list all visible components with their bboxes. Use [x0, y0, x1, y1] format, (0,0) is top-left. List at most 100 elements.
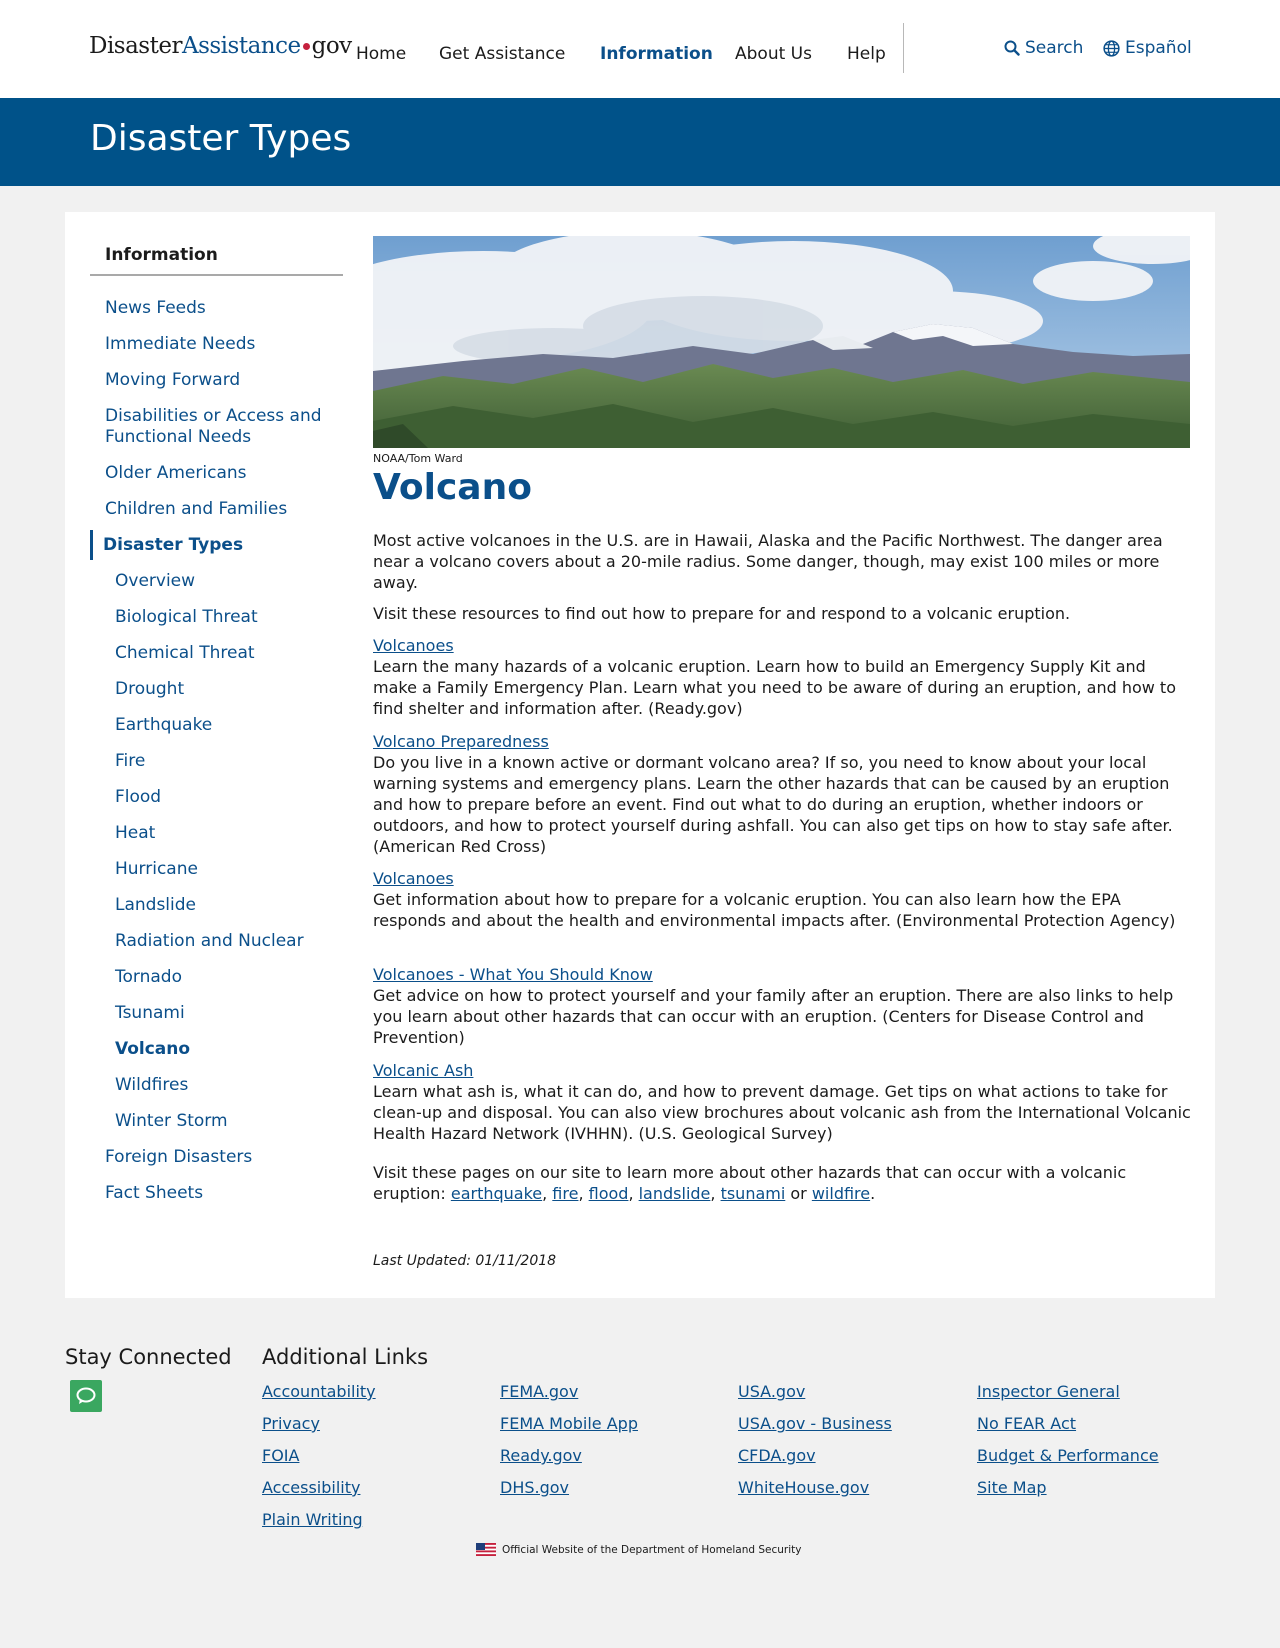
sidebar-item-children-families[interactable]: Children and Families — [105, 499, 287, 520]
sidebar-item-disaster-types[interactable]: Disaster Types — [103, 535, 243, 556]
official-text: Official Website of the Department of Ho… — [502, 1543, 802, 1556]
logo-text-gov: gov — [311, 33, 353, 59]
footer-link-whitehouse[interactable]: WhiteHouse.gov — [738, 1478, 869, 1497]
resource-item: Volcanoes Learn the many hazards of a vo… — [373, 635, 1193, 719]
footer-link-fema-mobile-app[interactable]: FEMA Mobile App — [500, 1414, 638, 1433]
page-banner: Disaster Types — [0, 98, 1280, 186]
link-flood[interactable]: flood — [589, 1184, 629, 1203]
nav-help[interactable]: Help — [847, 44, 886, 64]
search-icon — [1004, 40, 1020, 56]
outro-comma: , — [578, 1184, 589, 1203]
sidebar-item-news-feeds[interactable]: News Feeds — [105, 298, 206, 319]
footer-link-usa-gov-business[interactable]: USA.gov - Business — [738, 1414, 892, 1433]
intro-paragraph-2: Visit these resources to find out how to… — [373, 604, 1071, 623]
resource-link-volcano-preparedness[interactable]: Volcano Preparedness — [373, 731, 1193, 752]
resource-item: Volcanoes - What You Should Know Get adv… — [373, 964, 1193, 1048]
sidebar-subitem-flood[interactable]: Flood — [115, 787, 161, 808]
resource-description: Do you live in a known active or dormant… — [373, 753, 1173, 856]
resource-link-volcanoes-ready[interactable]: Volcanoes — [373, 635, 1193, 656]
sidebar-item-fact-sheets[interactable]: Fact Sheets — [105, 1183, 203, 1204]
banner-title: Disaster Types — [90, 118, 352, 159]
sidebar-subitem-radiation-nuclear[interactable]: Radiation and Nuclear — [115, 931, 304, 952]
sidebar-item-older-americans[interactable]: Older Americans — [105, 463, 247, 484]
resource-link-volcanoes-cdc[interactable]: Volcanoes - What You Should Know — [373, 964, 1193, 985]
footer-link-foia[interactable]: FOIA — [262, 1446, 299, 1465]
sidebar-subitem-winter-storm[interactable]: Winter Storm — [115, 1111, 228, 1132]
sidebar-heading: Information — [105, 245, 218, 265]
link-fire[interactable]: fire — [552, 1184, 578, 1203]
chat-button[interactable] — [70, 1380, 102, 1412]
sidebar-item-moving-forward[interactable]: Moving Forward — [105, 370, 240, 391]
sidebar-subitem-drought[interactable]: Drought — [115, 679, 184, 700]
footer-link-dhs[interactable]: DHS.gov — [500, 1478, 569, 1497]
image-credit: NOAA/Tom Ward — [373, 452, 463, 465]
footer-link-cfda[interactable]: CFDA.gov — [738, 1446, 816, 1465]
sidebar-subitem-fire[interactable]: Fire — [115, 751, 145, 772]
sidebar-active-indicator — [90, 530, 93, 560]
logo-text-disaster: Disaster — [89, 33, 182, 59]
intro-paragraph: Most active volcanoes in the U.S. are in… — [373, 531, 1163, 592]
footer-link-no-fear-act[interactable]: No FEAR Act — [977, 1414, 1076, 1433]
resource-item: Volcanoes Get information about how to p… — [373, 868, 1193, 931]
globe-icon — [1103, 39, 1120, 57]
sidebar-subitem-overview[interactable]: Overview — [115, 571, 195, 592]
sidebar-subitem-heat[interactable]: Heat — [115, 823, 155, 844]
us-flag-icon — [476, 1543, 496, 1556]
site-header: DisasterAssistance gov Home Get Assistanc… — [0, 0, 1280, 98]
footer-link-budget-performance[interactable]: Budget & Performance — [977, 1446, 1159, 1465]
link-wildfire[interactable]: wildfire — [812, 1184, 870, 1203]
footer-link-accountability[interactable]: Accountability — [262, 1382, 376, 1401]
nav-get-assistance[interactable]: Get Assistance — [439, 44, 565, 64]
sidebar-subitem-tornado[interactable]: Tornado — [115, 967, 182, 988]
sidebar-item-foreign-disasters[interactable]: Foreign Disasters — [105, 1147, 252, 1168]
sidebar-subitem-volcano[interactable]: Volcano — [115, 1039, 190, 1060]
volcano-hero-image — [373, 236, 1190, 448]
footer-link-ready[interactable]: Ready.gov — [500, 1446, 582, 1465]
language-label: Español — [1125, 38, 1192, 58]
outro-comma: , — [710, 1184, 721, 1203]
sidebar-subitem-chemical-threat[interactable]: Chemical Threat — [115, 643, 255, 664]
sidebar-subitem-wildfires[interactable]: Wildfires — [115, 1075, 188, 1096]
stay-connected-heading: Stay Connected — [65, 1345, 232, 1369]
link-landslide[interactable]: landslide — [639, 1184, 711, 1203]
outro-end: . — [870, 1184, 876, 1203]
sidebar-item-disabilities[interactable]: Disabilities or Access and Functional Ne… — [105, 406, 335, 448]
main-content-card: Information News Feeds Immediate Needs M… — [65, 212, 1215, 1298]
sidebar-item-immediate-needs[interactable]: Immediate Needs — [105, 334, 255, 355]
outro-comma: , — [542, 1184, 553, 1203]
page-title: Volcano — [373, 467, 532, 508]
sidebar-subitem-earthquake[interactable]: Earthquake — [115, 715, 212, 736]
resource-link-volcanoes-epa[interactable]: Volcanoes — [373, 868, 1193, 889]
footer-link-fema[interactable]: FEMA.gov — [500, 1382, 578, 1401]
nav-about-us[interactable]: About Us — [735, 44, 812, 64]
sidebar-subitem-tsunami[interactable]: Tsunami — [115, 1003, 185, 1024]
nav-divider — [903, 23, 904, 73]
footer-link-plain-writing[interactable]: Plain Writing — [262, 1510, 363, 1529]
logo-dot — [302, 42, 310, 50]
resource-description: Get information about how to prepare for… — [373, 890, 1176, 930]
official-website-notice: Official Website of the Department of Ho… — [476, 1543, 802, 1556]
footer-link-privacy[interactable]: Privacy — [262, 1414, 320, 1433]
footer-link-usa-gov[interactable]: USA.gov — [738, 1382, 805, 1401]
nav-home[interactable]: Home — [356, 44, 406, 64]
additional-links-heading: Additional Links — [262, 1345, 429, 1369]
sidebar-subitem-biological-threat[interactable]: Biological Threat — [115, 607, 258, 628]
language-link[interactable]: Español — [1103, 38, 1192, 58]
logo-text-assistance: Assistance — [181, 33, 301, 59]
resource-link-volcanic-ash[interactable]: Volcanic Ash — [373, 1060, 1193, 1081]
link-earthquake[interactable]: earthquake — [451, 1184, 542, 1203]
search-label: Search — [1025, 38, 1084, 58]
footer-link-inspector-general[interactable]: Inspector General — [977, 1382, 1120, 1401]
outro-comma: , — [628, 1184, 639, 1203]
sidebar-divider — [90, 274, 343, 276]
site-logo[interactable]: DisasterAssistance gov — [89, 33, 352, 59]
last-updated: Last Updated: 01/11/2018 — [373, 1253, 557, 1269]
nav-information[interactable]: Information — [600, 44, 713, 64]
sidebar-subitem-landslide[interactable]: Landslide — [115, 895, 196, 916]
search-link[interactable]: Search — [1004, 38, 1083, 58]
link-tsunami[interactable]: tsunami — [721, 1184, 786, 1203]
footer-link-accessibility[interactable]: Accessibility — [262, 1478, 360, 1497]
resource-description: Learn the many hazards of a volcanic eru… — [373, 657, 1176, 718]
footer-link-site-map[interactable]: Site Map — [977, 1478, 1047, 1497]
sidebar-subitem-hurricane[interactable]: Hurricane — [115, 859, 198, 880]
